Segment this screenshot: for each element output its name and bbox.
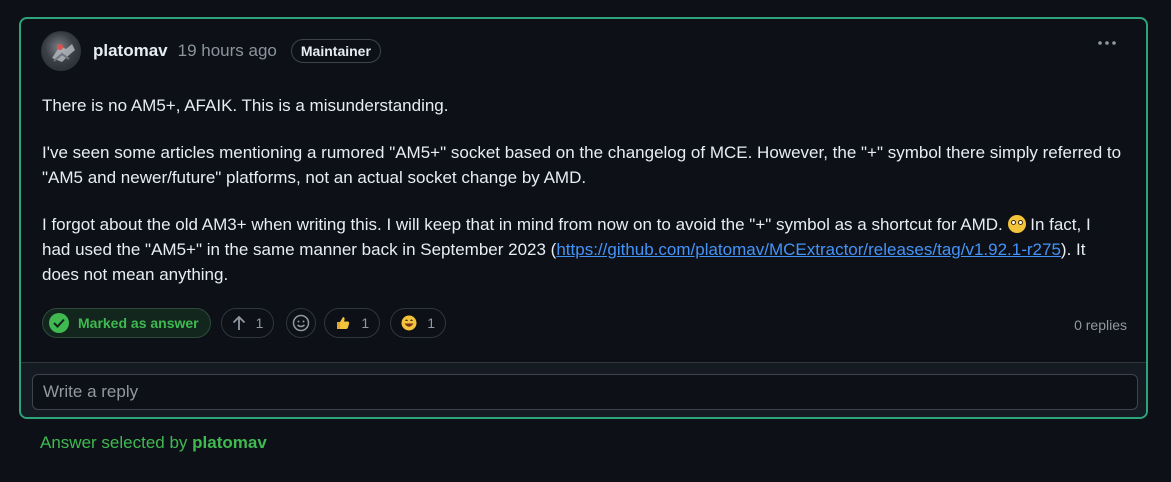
smiley-icon [293, 314, 310, 332]
check-circle-icon [49, 313, 69, 333]
marked-as-answer-label: Marked as answer [78, 315, 199, 331]
comment-body: There is no AM5+, AFAIK. This is a misun… [42, 93, 1122, 309]
marked-as-answer-badge[interactable]: Marked as answer [42, 308, 211, 338]
replies-count[interactable]: 0 replies [1074, 317, 1127, 333]
comment-header: platomav 19 hours ago Maintainer [41, 31, 381, 71]
answer-selected-note: Answer selected by platomav [40, 433, 267, 453]
paragraph-3-text-a: I forgot about the old AM3+ when writing… [42, 215, 1008, 234]
arrow-up-icon [232, 315, 245, 330]
upvote-count: 1 [255, 315, 264, 331]
reaction-bar: Marked as answer 1 1 1 [42, 308, 447, 338]
thumbs-up-count: 1 [361, 315, 370, 331]
answer-selected-user[interactable]: platomav [192, 433, 267, 452]
thumbs-up-icon [337, 317, 350, 329]
reply-footer [21, 362, 1146, 417]
paragraph-2: I've seen some articles mentioning a rum… [42, 143, 1122, 187]
more-options-icon[interactable] [1094, 33, 1120, 53]
paragraph-3: I forgot about the old AM3+ when writing… [42, 212, 1122, 287]
grinning-reaction[interactable]: 1 [390, 308, 447, 338]
face-with-rolling-eyes-icon [1007, 215, 1026, 233]
upvote-button[interactable]: 1 [220, 308, 275, 338]
answer-selected-prefix: Answer selected by [40, 433, 188, 452]
release-link[interactable]: https://github.com/platomav/MCExtractor/… [556, 240, 1061, 259]
thumbs-up-reaction[interactable]: 1 [324, 308, 381, 338]
paragraph-1: There is no AM5+, AFAIK. This is a misun… [42, 96, 449, 115]
grinning-count: 1 [427, 315, 436, 331]
grinning-face-icon [401, 315, 417, 331]
discussion-comment-card: platomav 19 hours ago Maintainer There i… [19, 17, 1148, 419]
timestamp[interactable]: 19 hours ago [178, 41, 277, 61]
author-name[interactable]: platomav [93, 41, 168, 61]
maintainer-badge: Maintainer [290, 39, 381, 63]
avatar[interactable] [41, 31, 81, 71]
add-reaction-button[interactable] [286, 308, 317, 338]
reply-input[interactable] [32, 374, 1138, 410]
